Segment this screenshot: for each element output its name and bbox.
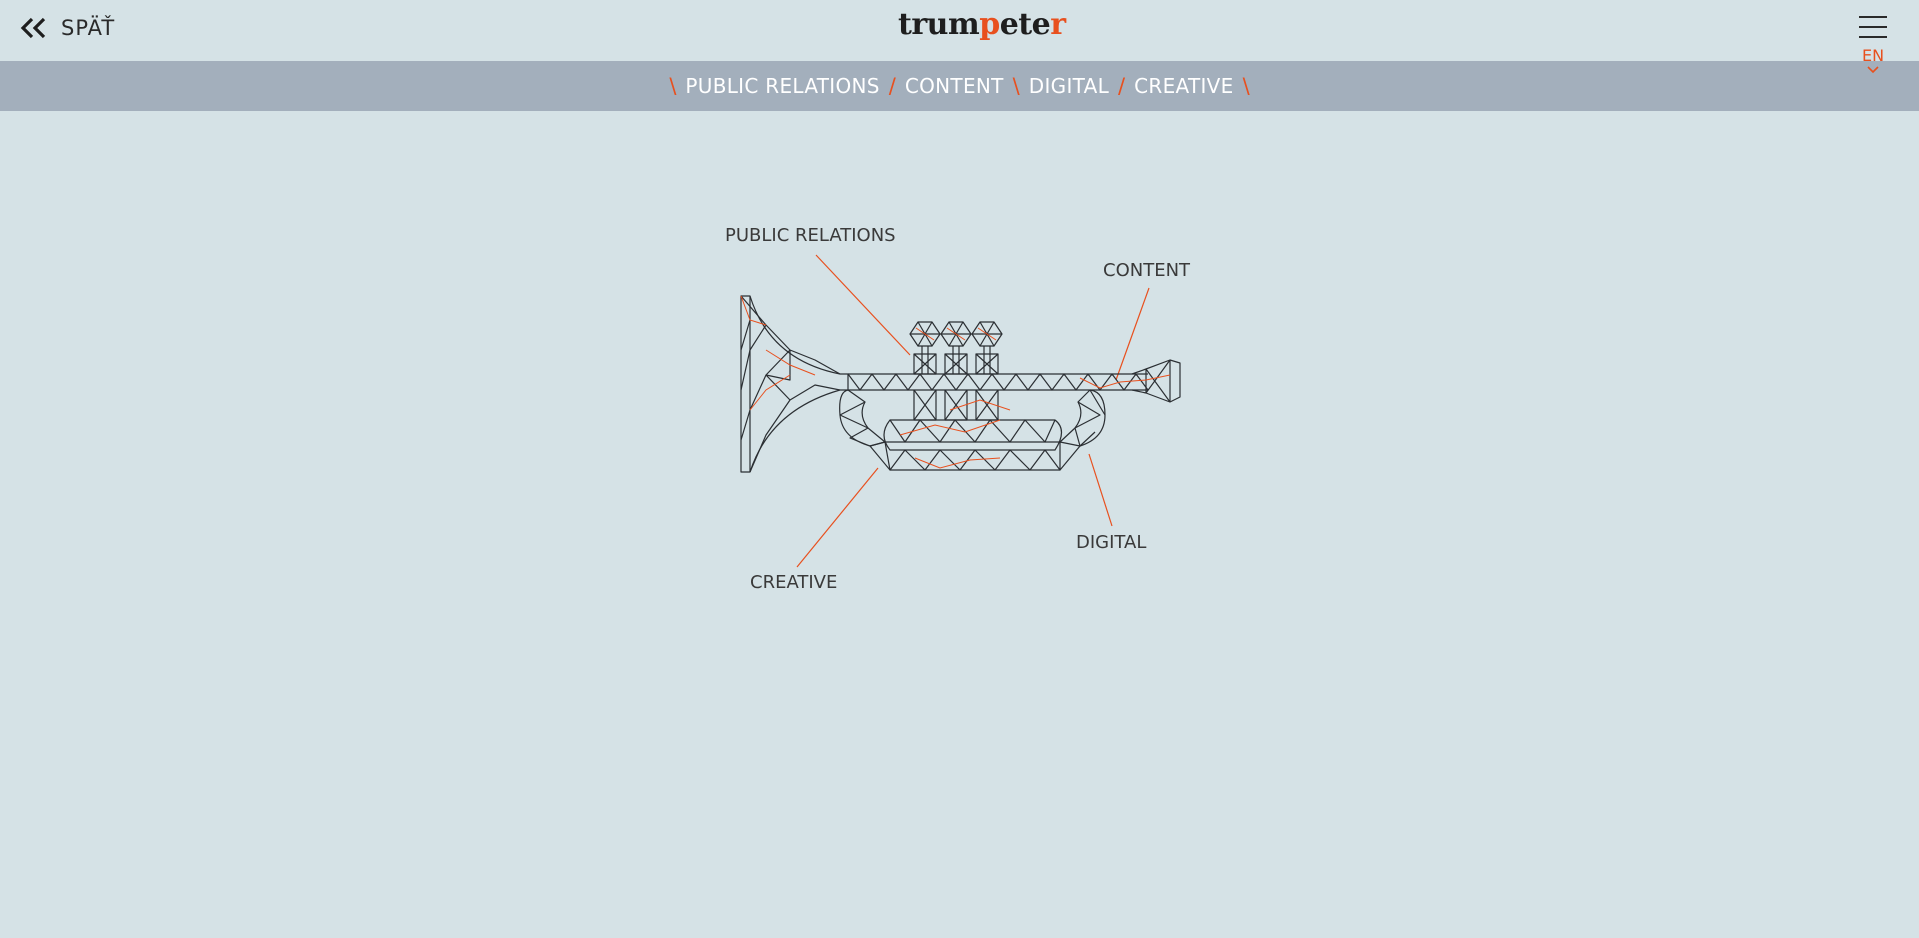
logo-text-2: p [979,7,1000,42]
language-selector[interactable]: EN [1860,46,1886,74]
logo-text-4: r [1050,7,1066,42]
hamburger-icon-line [1859,26,1887,28]
language-label: EN [1861,46,1885,65]
nav-separator: \ [1012,74,1020,98]
hamburger-icon-line [1859,36,1887,38]
diagram-label-digital[interactable]: DIGITAL [1076,532,1146,553]
back-label: SPÄŤ [61,16,116,40]
diagram-label-public-relations[interactable]: PUBLIC RELATIONS [725,225,896,246]
callout-line-creative [796,467,879,568]
header: SPÄŤ trumpeter [0,0,1919,61]
trumpet-diagram: PUBLIC RELATIONS CONTENT DIGITAL CREATIV… [700,210,1220,610]
hamburger-icon [1859,16,1887,18]
back-button[interactable]: SPÄŤ [19,13,115,43]
callout-line-digital [1088,453,1113,527]
nav-separator: / [888,74,896,98]
nav-separator: / [1118,74,1126,98]
logo-text-3: ete [999,7,1051,42]
diagram-label-creative[interactable]: CREATIVE [750,572,837,593]
nav-item-public-relations[interactable]: PUBLIC RELATIONS [685,74,879,98]
callout-line-public-relations [815,254,911,356]
diagram-label-content[interactable]: CONTENT [1103,260,1190,281]
nav-item-creative[interactable]: CREATIVE [1134,74,1233,98]
logo-text-1: trum [898,7,980,42]
service-nav: \ PUBLIC RELATIONS / CONTENT \ DIGITAL /… [0,61,1919,111]
nav-separator: \ [1242,74,1250,98]
nav-separator: \ [669,74,677,98]
nav-item-content[interactable]: CONTENT [905,74,1004,98]
double-chevron-left-icon [20,17,46,39]
logo[interactable]: trumpeter [898,7,1066,42]
chevron-down-icon [1867,66,1879,74]
nav-item-digital[interactable]: DIGITAL [1029,74,1109,98]
menu-button[interactable] [1859,16,1887,38]
callout-line-content [1115,287,1150,381]
